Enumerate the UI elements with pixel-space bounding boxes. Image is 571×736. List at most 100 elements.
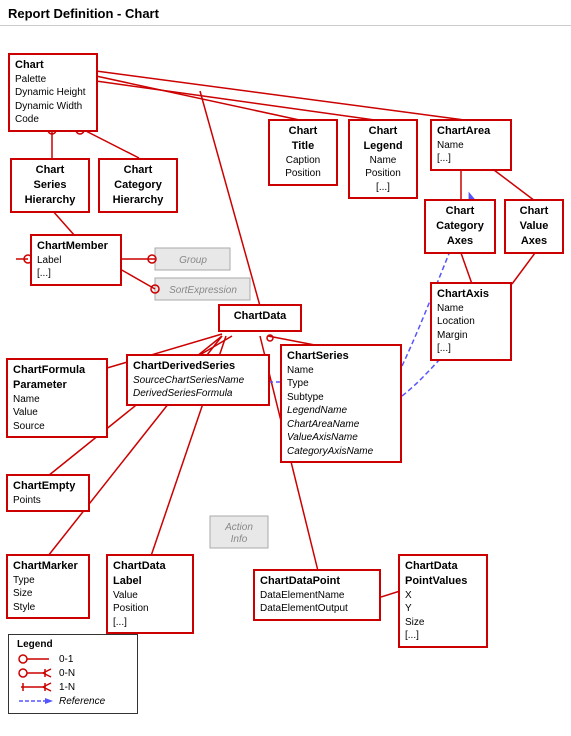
box-chart-series-hierarchy: ChartSeriesHierarchy bbox=[10, 158, 90, 213]
chart-title-label: Chart bbox=[15, 58, 91, 73]
svg-text:Info: Info bbox=[231, 534, 248, 545]
svg-text:Group: Group bbox=[179, 255, 207, 266]
chart-axis-location: Location bbox=[437, 315, 505, 329]
chart-formula-value: Value bbox=[13, 406, 101, 420]
box-chart-empty: ChartEmpty Points bbox=[6, 474, 90, 512]
chart-data-point-element-name: DataElementName bbox=[260, 589, 374, 603]
legend-row-reference: Reference bbox=[17, 695, 129, 707]
chart-data-label-more: [...] bbox=[113, 616, 187, 630]
chart-member-label-field: Label bbox=[37, 254, 115, 268]
legend-box: Legend 0-1 0-N bbox=[8, 634, 138, 714]
box-chart-data-label: ChartDataLabel Value Position [...] bbox=[106, 554, 194, 634]
chart-data-point-element-output: DataElementOutput bbox=[260, 602, 374, 616]
chart-axis-margin: Margin bbox=[437, 329, 505, 343]
chart-member-label: ChartMember bbox=[37, 239, 115, 254]
chart-dynamic-width: Dynamic Width bbox=[15, 100, 91, 114]
chart-series-hierarchy-label: ChartSeriesHierarchy bbox=[17, 163, 83, 208]
diagram-container: Group SortExpression Action Info bbox=[0, 26, 571, 736]
legend-line-reference bbox=[17, 695, 53, 707]
chart-legend-box-label: ChartLegend bbox=[355, 124, 411, 154]
chart-data-point-values-y: Y bbox=[405, 602, 481, 616]
chart-axis-label: ChartAxis bbox=[437, 287, 505, 302]
chart-derived-source: SourceChartSeriesName bbox=[133, 374, 263, 388]
legend-label-reference: Reference bbox=[59, 696, 105, 707]
box-chart-data-point-values: ChartDataPointValues X Y Size [...] bbox=[398, 554, 488, 648]
chart-value-axes-label: ChartValueAxes bbox=[511, 204, 557, 249]
chart-formula-parameter-label: ChartFormulaParameter bbox=[13, 363, 101, 393]
chart-code: Code bbox=[15, 113, 91, 127]
chart-title-caption: Caption bbox=[275, 154, 331, 168]
chart-formula-name: Name bbox=[13, 393, 101, 407]
chart-series-legend-name: LegendName bbox=[287, 404, 395, 418]
chart-axis-more: [...] bbox=[437, 342, 505, 356]
box-chart-data: ChartData bbox=[218, 304, 302, 332]
svg-text:SortExpression: SortExpression bbox=[169, 285, 237, 296]
chart-member-more: [...] bbox=[37, 267, 115, 281]
box-chart-title: ChartTitle Caption Position bbox=[268, 119, 338, 186]
chart-series-value-axis: ValueAxisName bbox=[287, 431, 395, 445]
chart-palette: Palette bbox=[15, 73, 91, 87]
box-chart-legend: ChartLegend Name Position [...] bbox=[348, 119, 418, 199]
box-chart-value-axes: ChartValueAxes bbox=[504, 199, 564, 254]
chart-title-position: Position bbox=[275, 167, 331, 181]
box-chart-member: ChartMember Label [...] bbox=[30, 234, 122, 286]
chart-marker-label: ChartMarker bbox=[13, 559, 83, 574]
legend-label-one-n: 1-N bbox=[59, 682, 75, 693]
box-chart-category-axes: ChartCategoryAxes bbox=[424, 199, 496, 254]
chart-title-box-label: ChartTitle bbox=[275, 124, 331, 154]
chart-series-subtype: Subtype bbox=[287, 391, 395, 405]
box-chart-axis: ChartAxis Name Location Margin [...] bbox=[430, 282, 512, 361]
chart-data-label-position: Position bbox=[113, 602, 187, 616]
legend-label-zero-n: 0-N bbox=[59, 668, 75, 679]
chart-series-name: Name bbox=[287, 364, 395, 378]
chart-area-label: ChartArea bbox=[437, 124, 505, 139]
legend-line-one-n bbox=[17, 681, 53, 693]
chart-data-point-values-x: X bbox=[405, 589, 481, 603]
chart-legend-more: [...] bbox=[355, 181, 411, 195]
page-title: Report Definition - Chart bbox=[0, 0, 571, 26]
box-chart-marker: ChartMarker Type Size Style bbox=[6, 554, 90, 619]
chart-series-area-name: ChartAreaName bbox=[287, 418, 395, 432]
chart-area-name: Name bbox=[437, 139, 505, 153]
chart-series-category-axis: CategoryAxisName bbox=[287, 445, 395, 459]
chart-empty-points: Points bbox=[13, 494, 83, 508]
legend-label-zero-one: 0-1 bbox=[59, 654, 73, 665]
chart-empty-label: ChartEmpty bbox=[13, 479, 83, 494]
chart-dynamic-height: Dynamic Height bbox=[15, 86, 91, 100]
chart-marker-style: Style bbox=[13, 601, 83, 615]
chart-category-hierarchy-label: ChartCategoryHierarchy bbox=[105, 163, 171, 208]
chart-data-point-values-label: ChartDataPointValues bbox=[405, 559, 481, 589]
legend-line-zero-n bbox=[17, 667, 53, 679]
chart-marker-type: Type bbox=[13, 574, 83, 588]
chart-axis-name: Name bbox=[437, 302, 505, 316]
legend-line-zero-one bbox=[17, 653, 53, 665]
chart-data-label-box-label: ChartDataLabel bbox=[113, 559, 187, 589]
chart-data-label-value: Value bbox=[113, 589, 187, 603]
box-chart-area: ChartArea Name [...] bbox=[430, 119, 512, 171]
legend-row-zero-n: 0-N bbox=[17, 667, 129, 679]
svg-text:Action: Action bbox=[224, 522, 253, 533]
chart-data-point-label: ChartDataPoint bbox=[260, 574, 374, 589]
box-chart-series: ChartSeries Name Type Subtype LegendName… bbox=[280, 344, 402, 463]
chart-derived-series-label: ChartDerivedSeries bbox=[133, 359, 263, 374]
chart-legend-position: Position bbox=[355, 167, 411, 181]
chart-legend-name: Name bbox=[355, 154, 411, 168]
chart-category-axes-label: ChartCategoryAxes bbox=[431, 204, 489, 249]
chart-formula-source: Source bbox=[13, 420, 101, 434]
chart-derived-formula: DerivedSeriesFormula bbox=[133, 387, 263, 401]
chart-marker-size: Size bbox=[13, 587, 83, 601]
box-chart: Chart Palette Dynamic Height Dynamic Wid… bbox=[8, 53, 98, 132]
legend-title: Legend bbox=[17, 639, 129, 650]
box-chart-category-hierarchy: ChartCategoryHierarchy bbox=[98, 158, 178, 213]
legend-row-zero-one: 0-1 bbox=[17, 653, 129, 665]
chart-data-point-values-more: [...] bbox=[405, 629, 481, 643]
legend-row-one-n: 1-N bbox=[17, 681, 129, 693]
chart-data-label: ChartData bbox=[225, 309, 295, 324]
box-chart-formula-parameter: ChartFormulaParameter Name Value Source bbox=[6, 358, 108, 438]
chart-data-point-values-size: Size bbox=[405, 616, 481, 630]
chart-series-type: Type bbox=[287, 377, 395, 391]
chart-series-label: ChartSeries bbox=[287, 349, 395, 364]
box-chart-data-point: ChartDataPoint DataElementName DataEleme… bbox=[253, 569, 381, 621]
chart-area-more: [...] bbox=[437, 152, 505, 166]
box-chart-derived-series: ChartDerivedSeries SourceChartSeriesName… bbox=[126, 354, 270, 406]
